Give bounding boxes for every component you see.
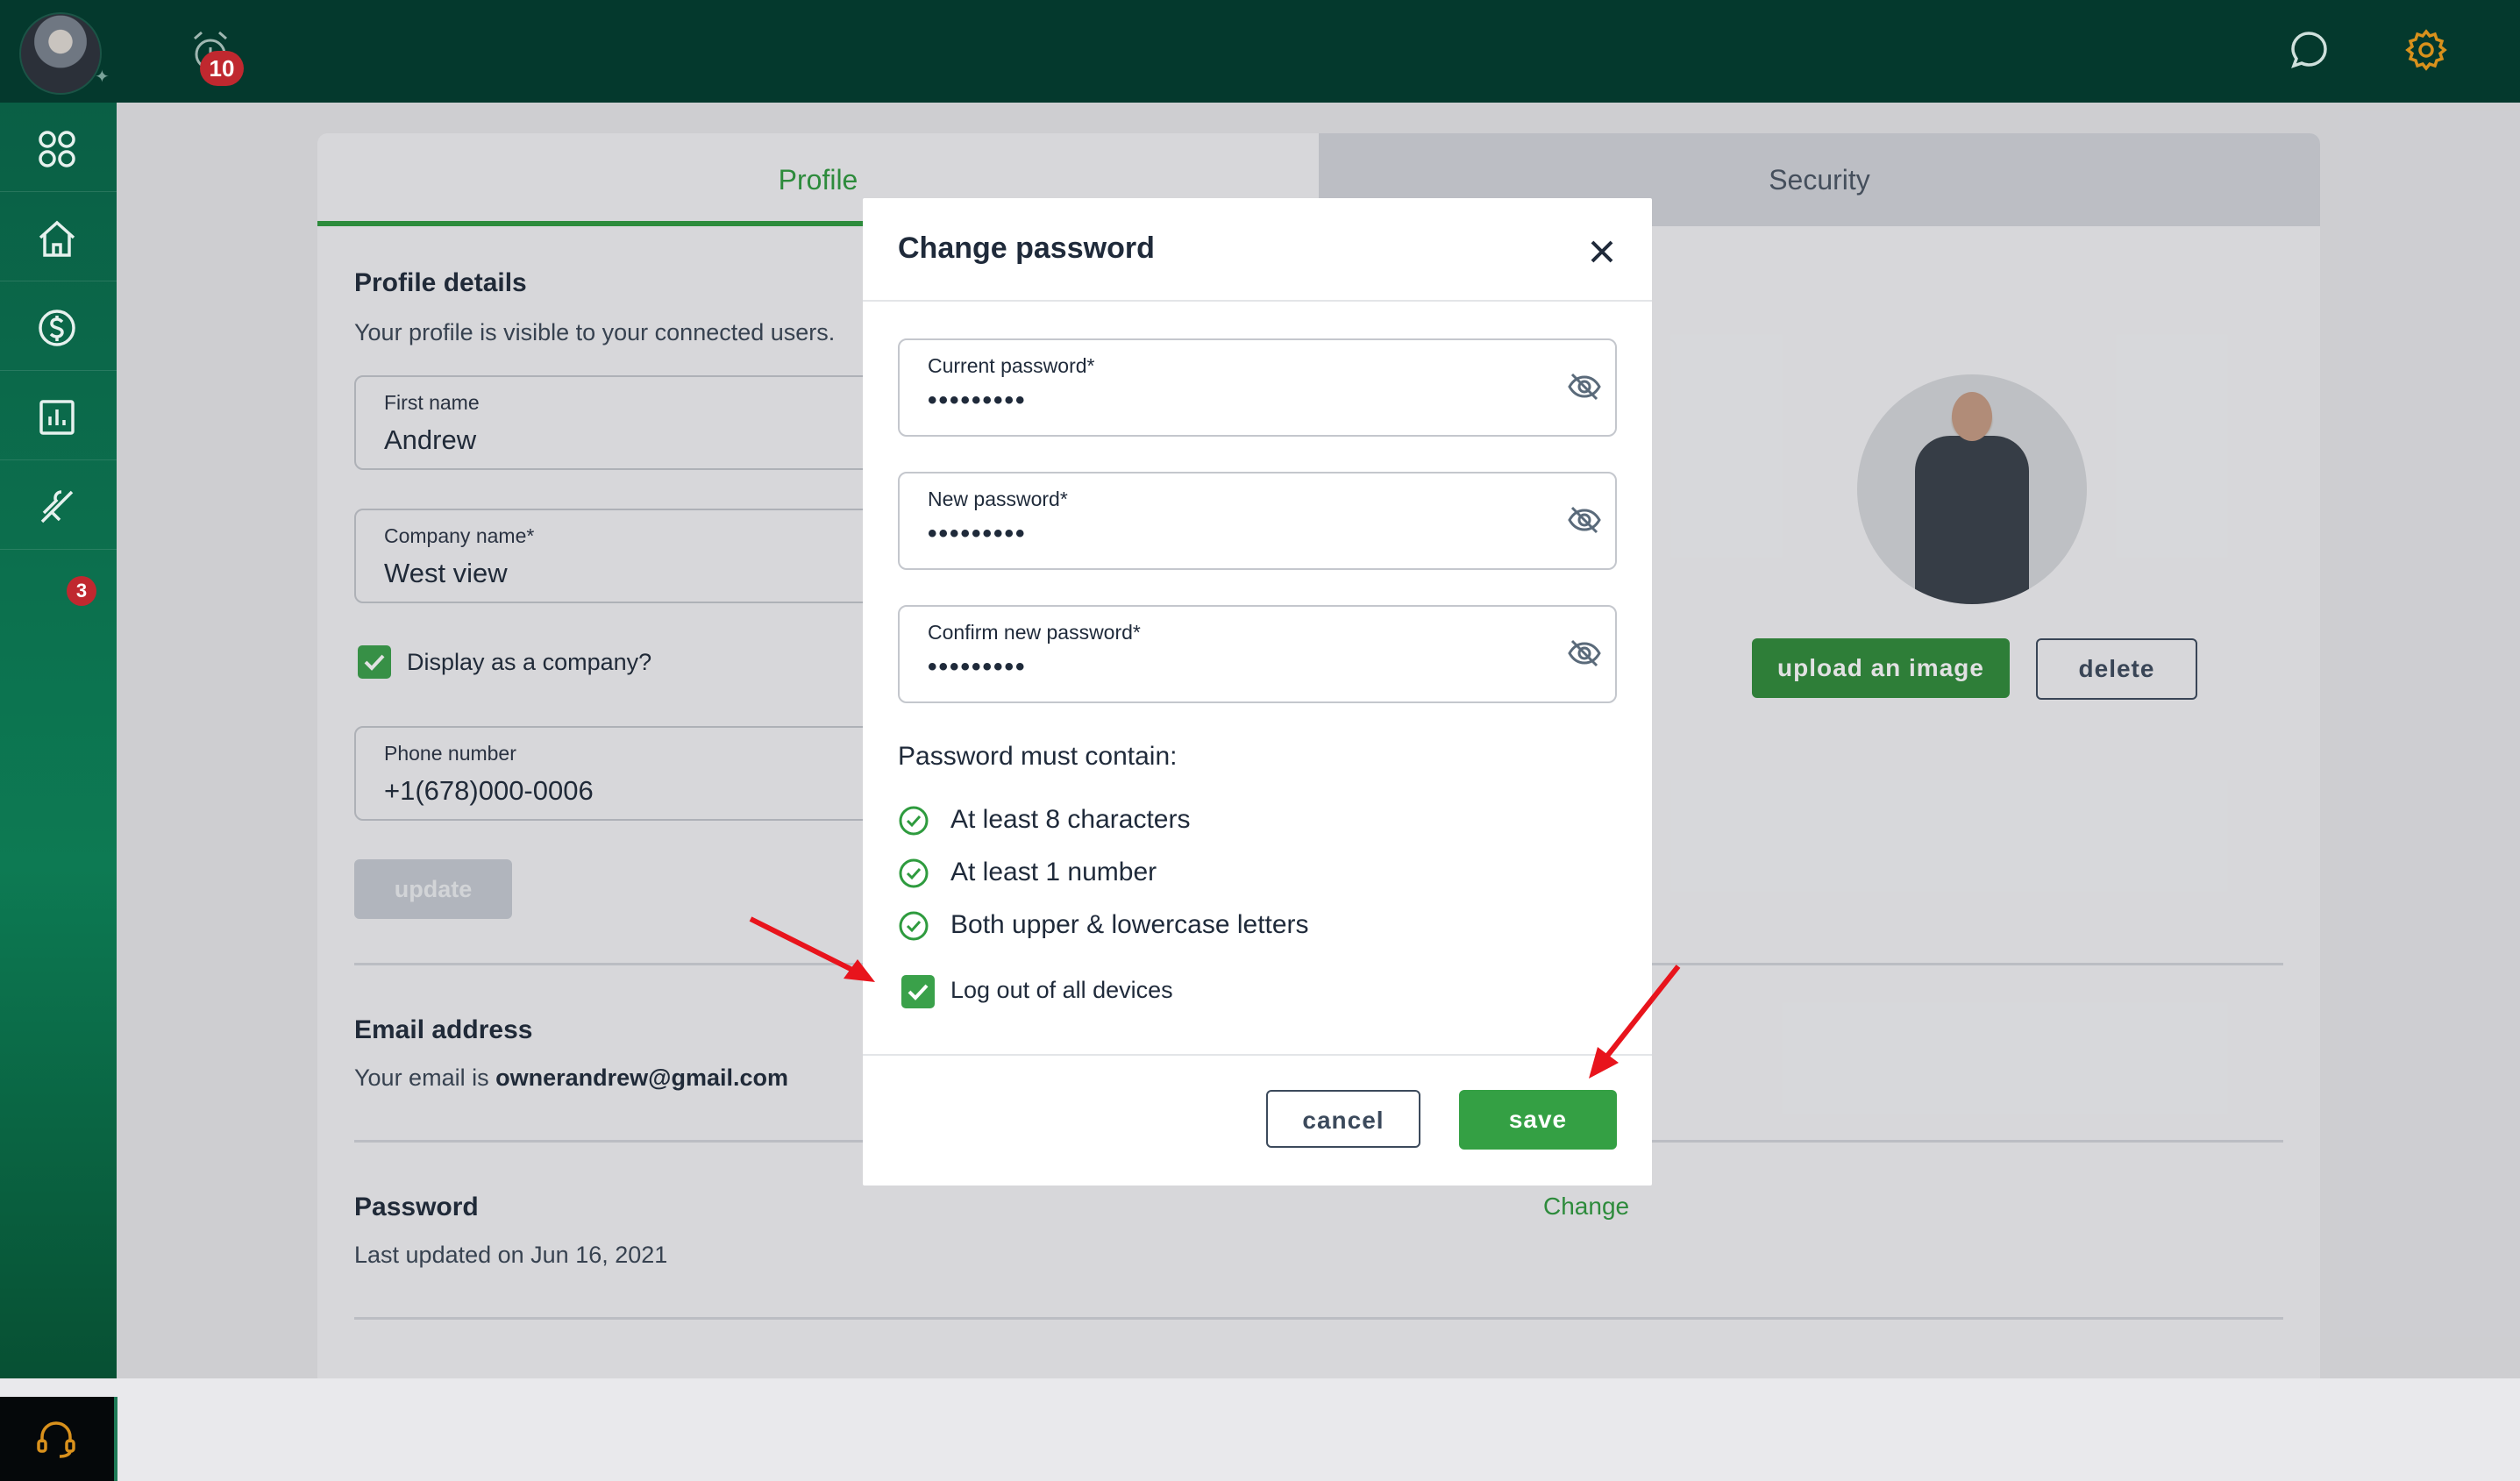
confirm-password-label: Confirm new password* [928,621,1141,644]
annotation-arrow-icon [1589,965,1681,1079]
user-avatar[interactable] [19,12,102,95]
sidebar-item-home[interactable] [0,192,117,281]
close-icon[interactable] [1587,237,1617,267]
top-bar: ✦ 10 [0,0,2520,103]
change-password-modal: Change password Current password* ••••••… [863,198,1652,1186]
requirement-text: Both upper & lowercase letters [950,910,1309,939]
new-password-field[interactable]: New password* ••••••••• [898,472,1617,570]
check-circle-icon [899,858,929,888]
chart-icon [39,400,75,435]
requirement-text: At least 8 characters [950,805,1191,834]
current-password-label: Current password* [928,354,1095,377]
logout-all-devices-checkbox[interactable] [901,975,935,1008]
tools-icon [40,490,74,523]
logout-all-devices-label: Log out of all devices [950,977,1173,1003]
chat-icon[interactable] [2287,28,2331,72]
support-button[interactable] [0,1397,117,1481]
confirm-password-field[interactable]: Confirm new password* ••••••••• [898,605,1617,703]
dollar-icon [39,310,75,346]
current-password-value: ••••••••• [928,386,1027,415]
headset-icon [37,1421,75,1458]
sidebar: 3 [0,103,117,1481]
annotation-arrow-icon [749,916,875,982]
home-icon [39,220,75,257]
sidebar-item-reports[interactable] [0,371,117,460]
current-password-field[interactable]: Current password* ••••••••• [898,338,1617,437]
requirement-text: At least 1 number [950,858,1157,886]
new-password-value: ••••••••• [928,519,1027,548]
check-circle-icon [899,806,929,836]
tools-badge: 3 [67,576,96,606]
new-password-label: New password* [928,488,1068,510]
apps-icon [39,131,75,167]
sidebar-item-apps[interactable] [0,103,117,192]
sidebar-item-finance[interactable] [0,281,117,371]
sidebar-item-tools[interactable] [0,460,117,550]
modal-title: Change password [898,231,1155,265]
confirm-password-value: ••••••••• [928,652,1027,681]
eye-off-icon[interactable] [1566,502,1603,538]
eye-off-icon[interactable] [1566,635,1603,672]
cancel-button[interactable]: cancel [1266,1090,1420,1148]
modal-footer-divider [863,1054,1652,1056]
check-circle-icon [899,911,929,941]
requirements-title: Password must contain: [898,742,1178,771]
checkmark-icon [908,984,929,1000]
modal-header-divider [863,300,1652,302]
alarm-badge: 10 [200,51,244,86]
save-button[interactable]: save [1459,1090,1617,1150]
gear-icon[interactable] [2403,26,2450,74]
eye-off-icon[interactable] [1566,368,1603,405]
pin-icon: ✦ [95,68,110,87]
